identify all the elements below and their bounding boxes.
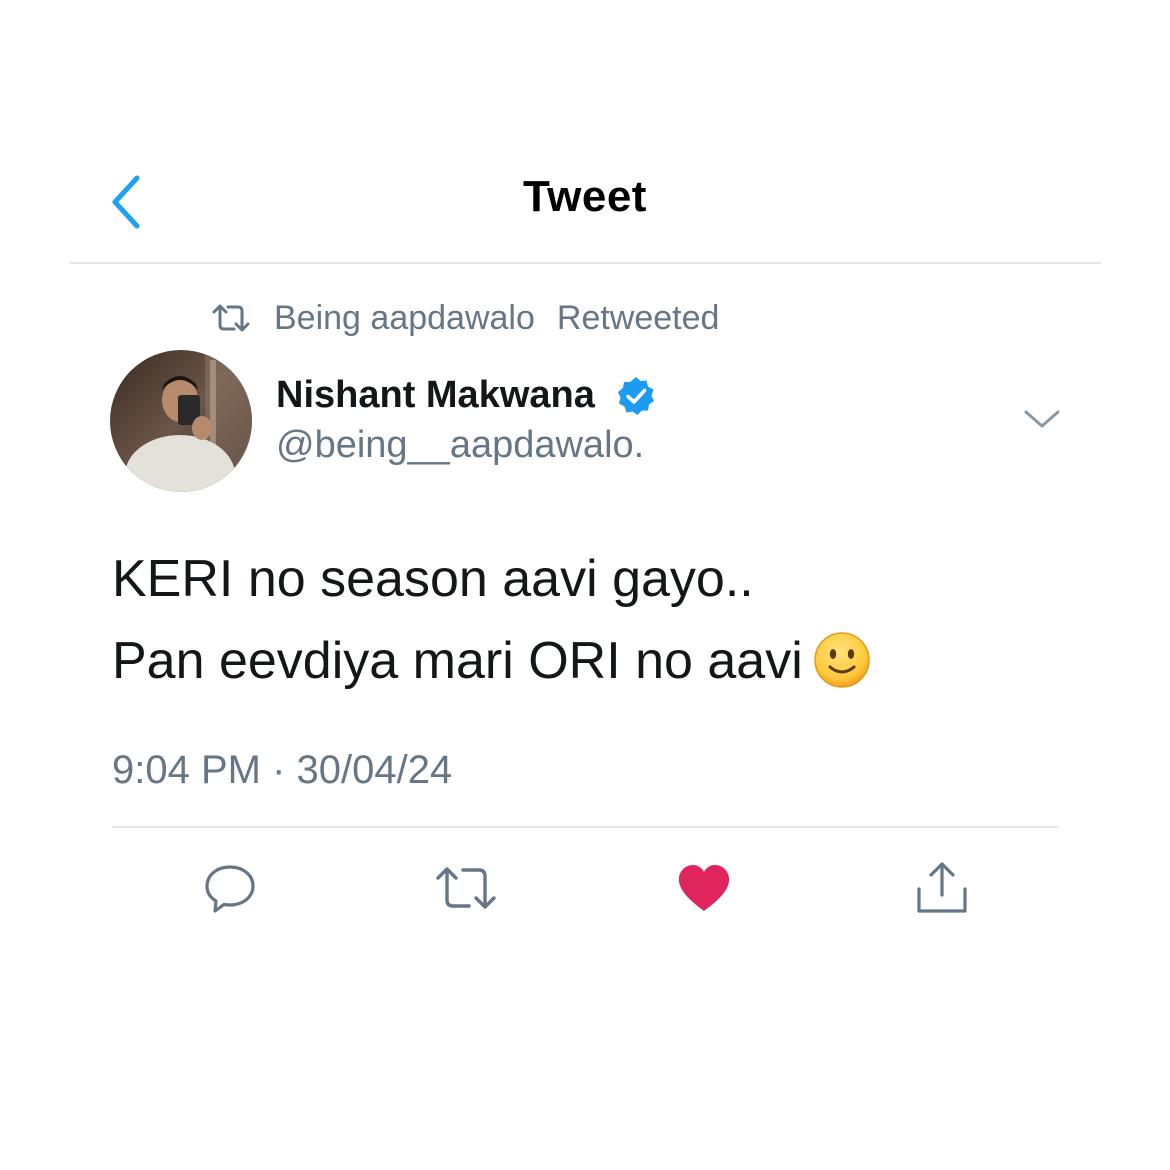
meta-divider: [112, 826, 1058, 828]
author-handle[interactable]: @being__aapdawalo.: [276, 424, 644, 467]
meta-separator: ·: [272, 748, 286, 792]
retweet-icon: [436, 867, 496, 909]
verified-badge-icon: [617, 376, 654, 415]
tweet-line-1: KERI no season aavi gayo..: [112, 550, 754, 608]
avatar-photo: [110, 350, 252, 492]
chevron-down-icon: [1024, 410, 1060, 428]
avatar[interactable]: [110, 350, 252, 492]
slightly-smiling-face-emoji: [814, 632, 870, 689]
like-button[interactable]: [672, 858, 736, 918]
tweet-menu-button[interactable]: [1022, 404, 1062, 434]
author-name[interactable]: Nishant Makwana: [276, 374, 657, 417]
reply-button[interactable]: [198, 858, 262, 918]
tweet-time: 9:04 PM: [112, 748, 261, 792]
tweet-line-2-text: Pan eevdiya mari ORI no aavi: [112, 632, 803, 690]
share-icon: [917, 862, 967, 913]
tweet-line-2: Pan eevdiya mari ORI no aavi: [112, 620, 1072, 702]
retweet-icon: [212, 304, 250, 332]
retweet-button[interactable]: [434, 858, 498, 918]
tweet-text: KERI no season aavi gayo.. Pan eevdiya m…: [112, 538, 1072, 702]
retweeter-name[interactable]: Being aapdawalo: [274, 299, 535, 338]
share-button[interactable]: [910, 858, 974, 918]
header-divider: [70, 262, 1101, 264]
retweet-context[interactable]: Being aapdawalo Retweeted: [212, 296, 719, 340]
reply-icon: [205, 865, 255, 913]
page-title: Tweet: [523, 172, 647, 221]
tweet-date: 30/04/24: [296, 748, 453, 792]
tweet-timestamp: 9:04 PM · 30/04/24: [112, 748, 452, 793]
author-name-text: Nishant Makwana: [276, 374, 595, 416]
heart-icon: [678, 865, 730, 911]
retweeted-label: Retweeted: [556, 298, 720, 337]
